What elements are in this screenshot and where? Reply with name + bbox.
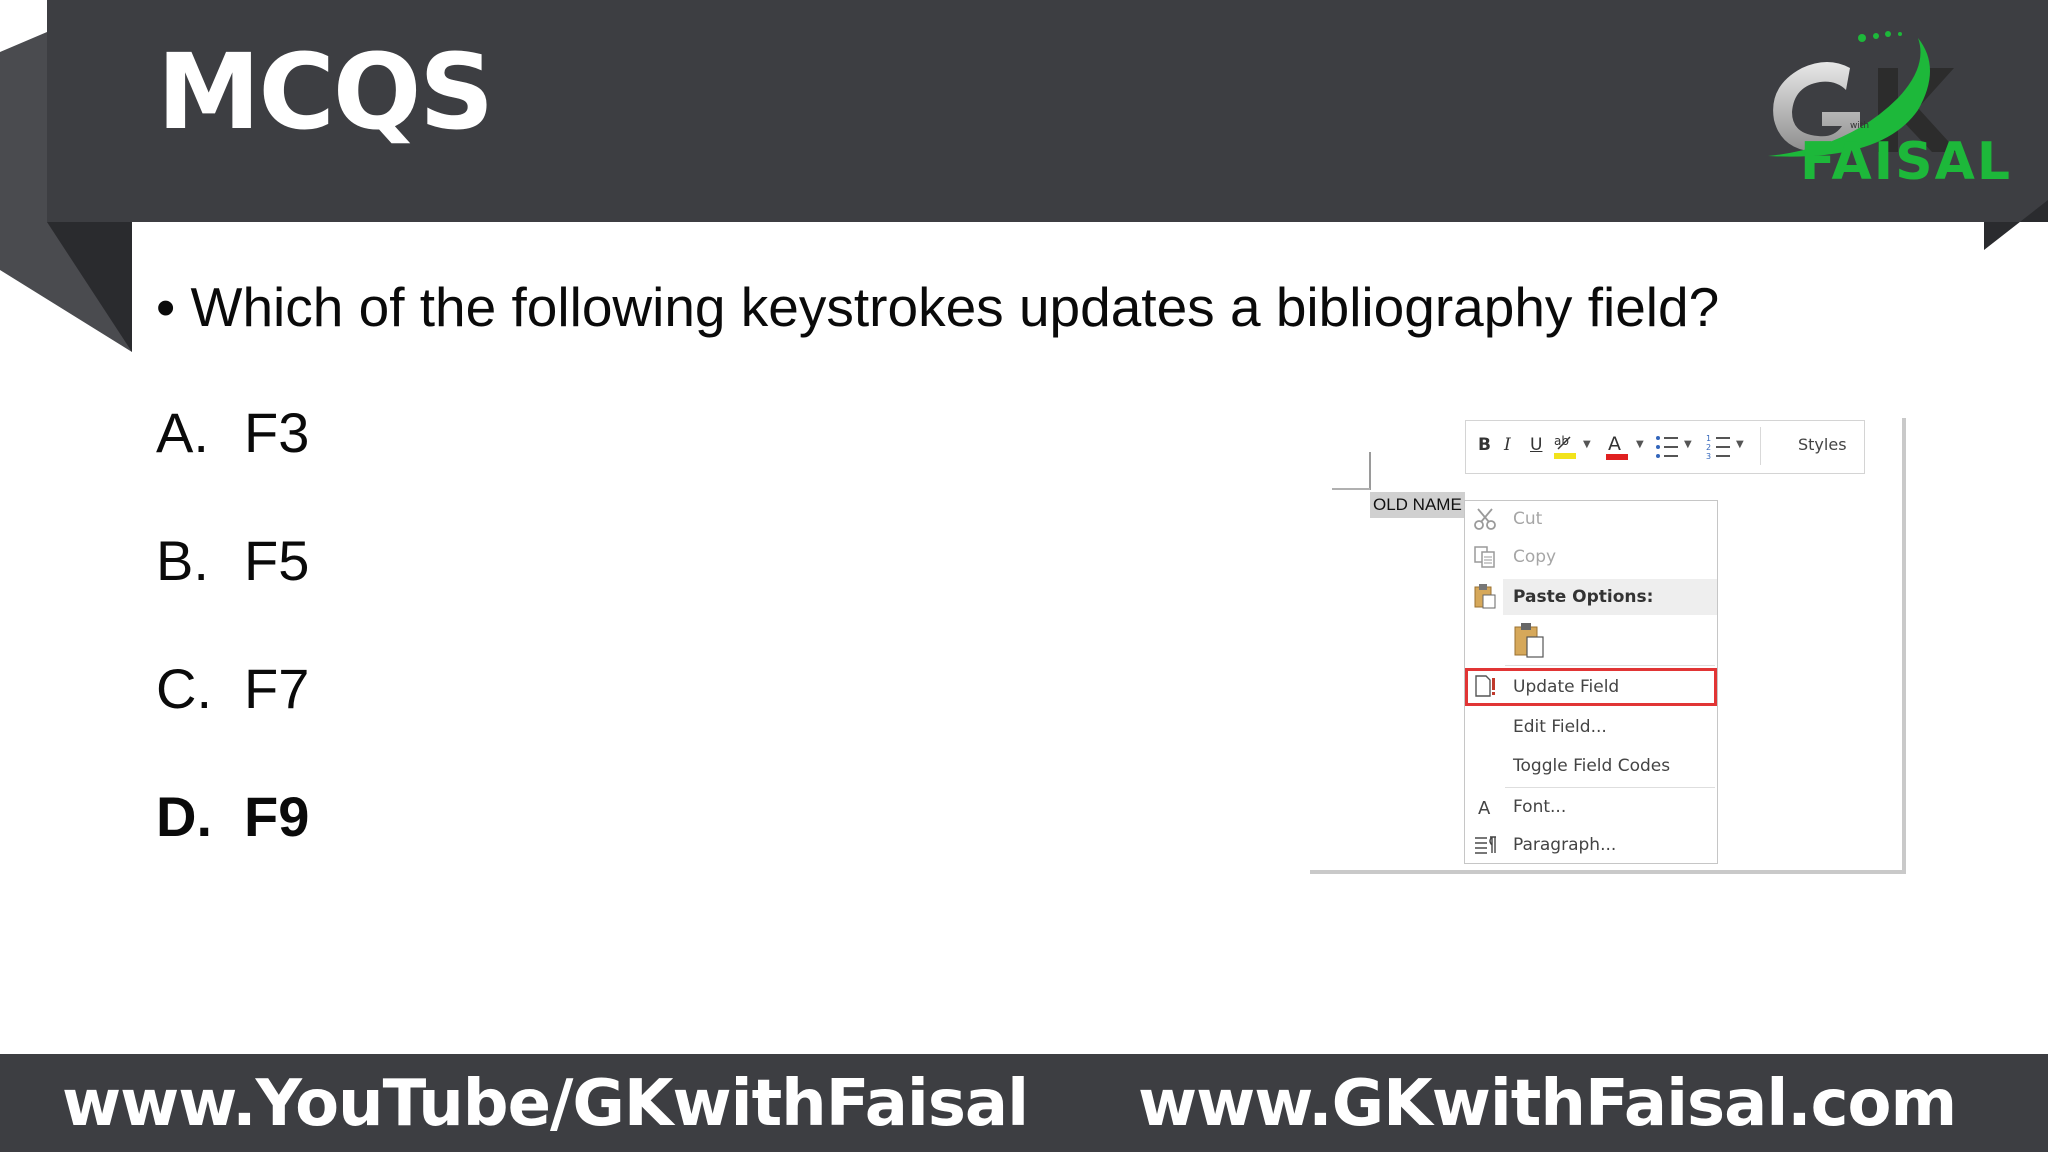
styles-button[interactable]: Styles: [1798, 435, 1847, 454]
youtube-link[interactable]: www.YouTube/GKwithFaisal: [62, 1072, 1029, 1136]
menu-item-label: Cut: [1513, 509, 1543, 529]
menu-item-label: Edit Field...: [1513, 717, 1607, 737]
option-letter: B.: [156, 529, 209, 592]
context-menu: Cut Copy Paste Options: Update Field Edi…: [1464, 500, 1718, 864]
mini-toolbar: B I U ab ▼ A ▼ ▼ 1 2 3 ▼ Styles: [1465, 420, 1865, 474]
selected-field-text[interactable]: OLD NAME: [1370, 492, 1465, 518]
svg-text:2: 2: [1706, 443, 1711, 452]
menu-item-label: Paste Options:: [1513, 587, 1654, 607]
logo-small-text: with: [1850, 121, 1869, 131]
option-text: F3: [244, 401, 310, 464]
scissors-icon: [1474, 508, 1496, 530]
svg-text:A: A: [1478, 798, 1491, 819]
clipboard-icon: [1474, 584, 1496, 609]
option-text: F9: [244, 785, 310, 848]
paste-keep-formatting-icon[interactable]: [1513, 621, 1549, 659]
option-c[interactable]: C. F7: [156, 661, 309, 717]
menu-divider: [1505, 787, 1715, 788]
numbering-icon[interactable]: 1 2 3: [1706, 433, 1732, 461]
menu-item-update-field[interactable]: Update Field: [1465, 668, 1717, 706]
underline-button[interactable]: U: [1530, 435, 1542, 455]
page-title: MCQS: [157, 31, 494, 153]
paragraph-icon: [1475, 836, 1496, 854]
option-letter: D.: [156, 785, 212, 848]
bold-button[interactable]: B: [1478, 435, 1491, 455]
website-link[interactable]: www.GKwithFaisal.com: [1138, 1072, 1957, 1136]
chevron-down-icon[interactable]: ▼: [1684, 439, 1692, 450]
copy-icon: [1474, 546, 1495, 568]
margin-mark: [1332, 488, 1370, 490]
option-letter: A.: [156, 401, 209, 464]
option-a[interactable]: A. F3: [156, 405, 309, 461]
font-icon: A: [1478, 798, 1491, 819]
highlight-color-icon[interactable]: ab: [1552, 431, 1580, 463]
footer-band: www.YouTube/GKwithFaisal www.GKwithFaisa…: [0, 1054, 2048, 1152]
chevron-down-icon[interactable]: ▼: [1736, 439, 1744, 450]
option-text: F7: [244, 657, 310, 720]
chevron-down-icon[interactable]: ▼: [1636, 439, 1644, 450]
update-field-icon: [1475, 675, 1495, 697]
menu-item-toggle-field-codes[interactable]: Toggle Field Codes: [1465, 748, 1717, 784]
toolbar-divider: [1760, 427, 1761, 465]
margin-mark: [1369, 452, 1371, 490]
option-text: F5: [244, 529, 310, 592]
option-d-correct[interactable]: D. F9: [156, 789, 309, 845]
svg-text:A: A: [1608, 433, 1621, 455]
bullets-icon[interactable]: [1654, 433, 1680, 461]
italic-button[interactable]: I: [1504, 435, 1511, 455]
menu-item-label: Copy: [1513, 547, 1557, 567]
menu-item-label: Font...: [1513, 797, 1567, 817]
menu-item-label: Toggle Field Codes: [1513, 756, 1671, 776]
font-color-icon[interactable]: A: [1604, 431, 1630, 463]
paste-options-header: Paste Options:: [1503, 579, 1717, 615]
ribbon-fold-right: [1984, 200, 2048, 250]
menu-item-copy[interactable]: Copy: [1465, 539, 1717, 575]
menu-item-label: Update Field: [1513, 677, 1620, 697]
chevron-down-icon[interactable]: ▼: [1583, 439, 1591, 450]
brand-logo: with FAISAL: [1758, 28, 2010, 198]
logo-brand-name: FAISAL: [1800, 132, 2012, 192]
option-letter: C.: [156, 657, 212, 720]
svg-text:1: 1: [1706, 434, 1711, 443]
word-context-menu-screenshot: B I U ab ▼ A ▼ ▼ 1 2 3 ▼ Styles OLD NAME: [1310, 418, 1908, 876]
option-b[interactable]: B. F5: [156, 533, 309, 589]
menu-item-paragraph[interactable]: Paragraph...: [1465, 827, 1717, 863]
menu-item-edit-field[interactable]: Edit Field...: [1465, 709, 1717, 745]
menu-item-cut[interactable]: Cut: [1465, 501, 1717, 537]
svg-text:3: 3: [1706, 452, 1711, 461]
menu-item-label: Paragraph...: [1513, 835, 1617, 855]
menu-divider: [1505, 665, 1715, 666]
menu-item-font[interactable]: A Font...: [1465, 789, 1717, 825]
question-text: • Which of the following keystrokes upda…: [156, 276, 1720, 338]
